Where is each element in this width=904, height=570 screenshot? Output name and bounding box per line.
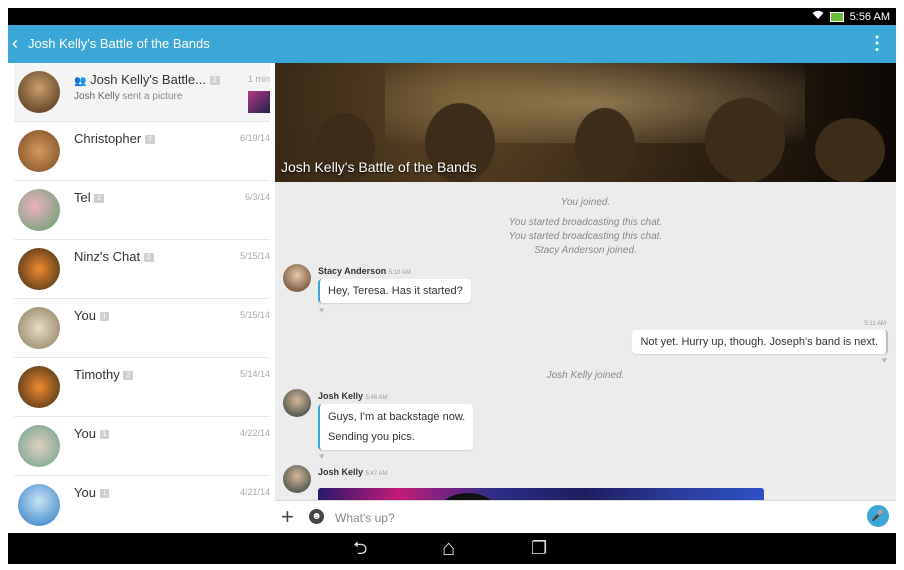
conversation-name: You	[74, 308, 96, 323]
participant-badge: 2	[94, 194, 105, 204]
conversation-avatar	[18, 307, 60, 349]
message-time: 5:47 AM	[365, 471, 388, 477]
sender-avatar[interactable]	[283, 389, 311, 417]
conversation-date: 4/22/14	[239, 428, 270, 438]
conversation-avatar	[18, 484, 60, 526]
back-arrow-icon[interactable]: ‹	[12, 33, 18, 53]
participant-badge: 2	[143, 253, 154, 263]
system-message: You started broadcasting this chat.	[508, 231, 663, 242]
conversation-name: Tel	[74, 190, 91, 205]
status-time: 5:56 AM	[849, 10, 890, 23]
message-time: 5:10 AM	[388, 270, 411, 276]
app-bar-title[interactable]: Josh Kelly's Battle of the Bands	[28, 36, 210, 51]
conversation-name: You	[74, 426, 96, 441]
conversation-date: 5/14/14	[239, 369, 270, 379]
conversation-item[interactable]: You 1 4/22/14	[14, 417, 270, 476]
message-line: Sending you pics.	[328, 431, 415, 443]
system-message: Josh Kelly joined.	[546, 370, 625, 381]
conversation-date: 5/15/14	[239, 310, 270, 320]
conversation-date: 1 min	[247, 74, 270, 84]
conversation-item[interactable]: Ninz's Chat 2 5/15/14	[14, 240, 270, 299]
conversation-item[interactable]: You 1 4/21/14	[14, 476, 270, 533]
conversation-date: 4/21/14	[239, 487, 270, 497]
participant-badge: 2	[123, 371, 134, 381]
message-bubble[interactable]: Not yet. Hurry up, though. Joseph's band…	[632, 330, 888, 354]
group-icon: 👥	[74, 76, 87, 87]
message-bubble[interactable]: Guys, I'm at backstage now. Sending you …	[318, 404, 474, 450]
conversation-date: 6/19/14	[239, 133, 270, 143]
participant-badge: 2	[144, 135, 155, 145]
heart-icon[interactable]: ♥	[319, 305, 324, 315]
conversation-item[interactable]: 👥 Josh Kelly's Battle... 2 Josh Kelly se…	[14, 63, 270, 122]
wifi-icon	[812, 10, 824, 23]
participant-badge: 1	[99, 430, 110, 440]
nav-back-icon[interactable]: ⮌	[353, 537, 367, 559]
message-input[interactable]	[333, 508, 817, 528]
sender-name: Stacy Anderson	[318, 266, 387, 276]
conversation-avatar	[18, 71, 60, 113]
participant-badge: 2	[209, 76, 220, 86]
conversation-avatar	[18, 130, 60, 172]
conversation-avatar	[18, 189, 60, 231]
conversation-item[interactable]: Timothy 2 5/14/14	[14, 358, 270, 417]
last-sender: Josh Kelly	[74, 91, 120, 102]
battery-icon	[829, 11, 844, 22]
message-time: 5:46 AM	[365, 395, 388, 401]
picture-thumbnail	[248, 91, 270, 113]
sender-avatar[interactable]	[283, 264, 311, 292]
system-message: You started broadcasting this chat.	[508, 217, 663, 228]
conversation-name: Josh Kelly's Battle...	[90, 72, 206, 87]
nav-home-icon[interactable]: ⌂	[442, 537, 455, 559]
add-attachment-icon[interactable]: +	[281, 505, 294, 529]
chat-panel: Josh Kelly's Battle of the Bands You joi…	[275, 63, 896, 533]
conversation-date: 5/15/14	[239, 251, 270, 261]
conversation-name: Christopher	[74, 131, 142, 146]
chat-banner-image: Josh Kelly's Battle of the Bands	[275, 63, 896, 182]
conversation-item[interactable]: Tel 2 6/3/14	[14, 181, 270, 240]
heart-icon[interactable]: ♥	[882, 355, 887, 365]
sender-name: Josh Kelly	[318, 467, 364, 477]
emoji-icon[interactable]: ☻	[309, 509, 324, 524]
microphone-icon[interactable]: 🎤	[867, 505, 889, 527]
conversation-avatar	[18, 248, 60, 290]
conversation-avatar	[18, 425, 60, 467]
participant-badge: 1	[99, 489, 110, 499]
heart-icon[interactable]: ♥	[319, 451, 324, 461]
compose-bar: + ☻ 🎤	[275, 500, 896, 533]
overflow-menu-icon[interactable]: ⋮	[868, 33, 886, 53]
conversation-item[interactable]: Christopher 2 6/19/14	[14, 122, 270, 181]
conversation-name: Timothy	[74, 367, 120, 382]
conversation-date: 6/3/14	[244, 192, 270, 202]
conversation-avatar	[18, 366, 60, 408]
conversation-item[interactable]: You 1 5/15/14	[14, 299, 270, 358]
sender-avatar[interactable]	[283, 465, 311, 493]
chat-banner-title: Josh Kelly's Battle of the Bands	[281, 159, 477, 175]
status-bar: 5:56 AM	[8, 8, 896, 25]
system-message: Stacy Anderson joined.	[534, 245, 637, 256]
nav-recents-icon[interactable]: ❐	[531, 537, 547, 559]
sender-name: Josh Kelly	[318, 391, 364, 401]
message-bubble[interactable]: Hey, Teresa. Has it started?	[318, 279, 471, 303]
message-line: Guys, I'm at backstage now.	[328, 411, 466, 423]
system-message: You joined.	[560, 197, 611, 208]
navigation-bar: ⮌ ⌂ ❐	[8, 533, 896, 564]
last-message: sent a picture	[122, 91, 183, 102]
tablet-screen: 5:56 AM ‹ Josh Kelly's Battle of the Ban…	[8, 8, 896, 564]
conversation-name: You	[74, 485, 96, 500]
conversation-name: Ninz's Chat	[74, 249, 141, 264]
participant-badge: 1	[99, 312, 110, 322]
conversation-list: 👥 Josh Kelly's Battle... 2 Josh Kelly se…	[8, 63, 276, 533]
message-time: 5:11 AM	[864, 321, 886, 327]
app-bar: ‹ Josh Kelly's Battle of the Bands ⋮	[8, 25, 896, 63]
